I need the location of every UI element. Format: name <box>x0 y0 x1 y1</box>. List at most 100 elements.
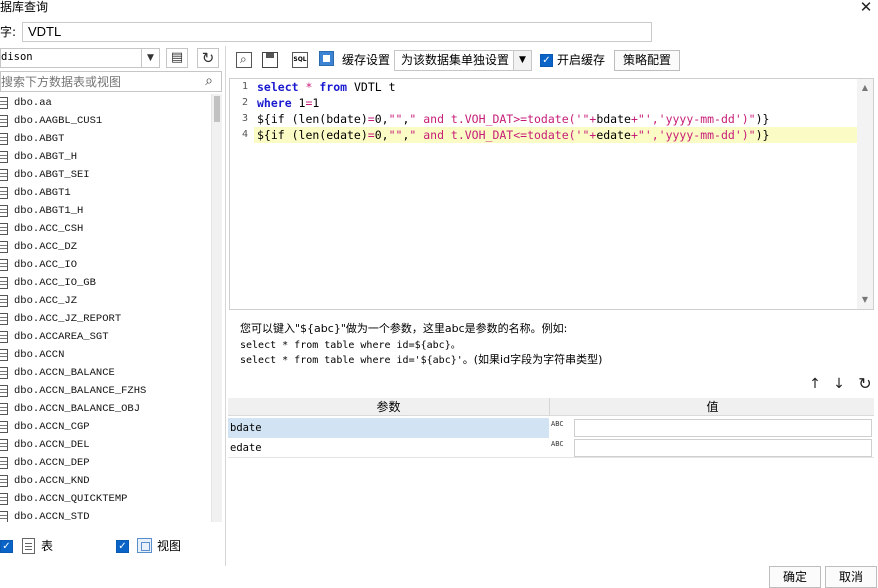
connection-value: dison <box>1 51 33 63</box>
list-item[interactable]: dbo.ABGT_SEI <box>0 166 211 184</box>
table-search-box[interactable]: ⌕ <box>0 71 222 92</box>
list-item[interactable]: dbo.ACC_IO_GB <box>0 274 211 292</box>
table-icon <box>0 367 8 379</box>
table-icon <box>0 421 8 433</box>
refresh-params-icon[interactable]: ↻ <box>856 375 874 393</box>
table-icon <box>0 259 8 271</box>
table-list-scrollbar[interactable] <box>211 94 222 522</box>
table-icon <box>0 331 8 343</box>
window-title: 据库查询 <box>0 0 49 14</box>
editor-scrollbar[interactable]: ▲ ▼ <box>857 79 873 309</box>
database-settings-icon[interactable]: ▤ <box>166 48 188 68</box>
table-name: dbo.aa <box>14 97 52 109</box>
table-name: dbo.ABGT1 <box>14 187 71 199</box>
move-up-icon[interactable]: ↑ <box>806 375 824 393</box>
type-abc-icon[interactable]: ABC <box>550 438 573 458</box>
connection-select[interactable]: dison ▼ <box>0 48 160 68</box>
cache-mode-select[interactable]: 为该数据集单独设置 ▼ <box>394 50 532 71</box>
list-item[interactable]: dbo.AAGBL_CUS1 <box>0 112 211 130</box>
line-number-gutter: 1 2 3 4 <box>230 79 254 309</box>
chevron-down-icon[interactable]: ▼ <box>513 51 531 70</box>
type-abc-icon[interactable]: ABC <box>550 418 573 438</box>
table-list[interactable]: dbo.aa dbo.AAGBL_CUS1 dbo.ABGT dbo.ABGT_Hdb… <box>0 94 211 522</box>
parameter-hint-line: 您可以键入"${abc}"做为一个参数，这里abc是参数的名称。例如: <box>240 322 568 335</box>
parameter-name[interactable]: edate <box>228 438 549 458</box>
list-item[interactable]: dbo.ACC_JZ <box>0 292 211 310</box>
ok-button[interactable]: 确定 <box>769 566 821 588</box>
view-icon <box>137 538 152 553</box>
chevron-down-icon[interactable]: ▼ <box>141 49 159 67</box>
list-item[interactable]: dbo.ACC_IO <box>0 256 211 274</box>
table-icon <box>0 475 8 487</box>
list-item[interactable]: dbo.ABGT1 <box>0 184 211 202</box>
list-item[interactable]: dbo.ABGT <box>0 130 211 148</box>
list-item[interactable]: dbo.ACCN_DEP <box>0 454 211 472</box>
strategy-config-button[interactable]: 策略配置 <box>614 50 680 71</box>
enable-cache-checkbox[interactable]: ✓ <box>540 54 553 67</box>
list-item[interactable]: dbo.ACCAREA_SGT <box>0 328 211 346</box>
table-name: dbo.ACCN_BALANCE_FZHS <box>14 385 147 397</box>
cache-icon[interactable] <box>319 51 334 66</box>
code-line[interactable]: where 1=1 <box>257 95 319 111</box>
refresh-icon[interactable]: ↻ <box>197 48 219 68</box>
table-icon <box>0 205 8 217</box>
sql-editor[interactable]: 1 2 3 4 select * from VDTL t where 1=1 $… <box>229 78 874 310</box>
list-item[interactable]: dbo.ACC_DZ <box>0 238 211 256</box>
panel-divider[interactable] <box>225 46 226 566</box>
cancel-button[interactable]: 取消 <box>825 566 877 588</box>
table-search-input[interactable] <box>1 73 197 90</box>
scroll-down-icon[interactable]: ▼ <box>857 293 873 307</box>
list-item[interactable]: dbo.ACCN_DEL <box>0 436 211 454</box>
list-item[interactable]: dbo.ACCN_QUICKTEMP <box>0 490 211 508</box>
table-name: dbo.ABGT_H <box>14 151 78 163</box>
table-icon <box>0 511 8 522</box>
code-line[interactable]: ${if (len(bdate)=0,""," and t.VOH_DAT>=t… <box>257 111 769 127</box>
table-name: dbo.ACC_JZ <box>14 295 78 307</box>
parameter-table-header: 参数 值 <box>228 398 874 416</box>
show-tables-checkbox[interactable]: ✓ <box>0 540 13 553</box>
sql-icon[interactable]: SQL <box>292 52 308 68</box>
column-header-value[interactable]: 值 <box>551 398 874 416</box>
parameter-example-line: select * from table where id=${abc}。 <box>240 338 461 353</box>
table-name: dbo.AAGBL_CUS1 <box>14 115 103 127</box>
table-icon <box>0 115 8 127</box>
show-views-checkbox[interactable]: ✓ <box>116 540 129 553</box>
list-item[interactable]: dbo.ACCN_STD <box>0 508 211 522</box>
table-name: dbo.ACCN_QUICKTEMP <box>14 493 128 505</box>
search-icon[interactable]: ⌕ <box>200 72 218 91</box>
parameter-value-input[interactable] <box>574 439 872 457</box>
list-item[interactable]: dbo.ABGT1_H <box>0 202 211 220</box>
move-down-icon[interactable]: ↓ <box>830 375 848 393</box>
save-icon[interactable] <box>262 52 278 68</box>
parameter-row[interactable]: bdate ABC <box>228 418 874 438</box>
scroll-up-icon[interactable]: ▲ <box>857 81 873 95</box>
list-item[interactable]: dbo.ACC_CSH <box>0 220 211 238</box>
list-item[interactable]: dbo.ACCN_CGP <box>0 418 211 436</box>
table-name: dbo.ACCN_DEL <box>14 439 90 451</box>
table-name: dbo.ABGT1_H <box>14 205 84 217</box>
list-item[interactable]: dbo.ACCN_BALANCE_FZHS <box>0 382 211 400</box>
list-item[interactable]: dbo.ABGT_H <box>0 148 211 166</box>
table-icon <box>0 295 8 307</box>
table-icon <box>0 151 8 163</box>
list-item[interactable]: dbo.ACCN_BALANCE_OBJ <box>0 400 211 418</box>
list-item[interactable]: dbo.ACCN <box>0 346 211 364</box>
code-line[interactable]: ${if (len(edate)=0,""," and t.VOH_DAT<=t… <box>257 127 769 143</box>
table-icon <box>0 241 8 253</box>
table-name: dbo.ACC_CSH <box>14 223 84 235</box>
table-icon <box>0 97 8 109</box>
list-item[interactable]: dbo.ACCN_KND <box>0 472 211 490</box>
list-item[interactable]: dbo.ACC_JZ_REPORT <box>0 310 211 328</box>
parameter-row[interactable]: edate ABC <box>228 438 874 458</box>
code-line[interactable]: select * from VDTL t <box>257 79 396 95</box>
dataset-name-input[interactable]: VDTL <box>22 22 652 42</box>
list-item[interactable]: dbo.ACCN_BALANCE <box>0 364 211 382</box>
column-header-parameter[interactable]: 参数 <box>228 398 550 416</box>
scrollbar-thumb[interactable] <box>214 96 220 122</box>
list-item[interactable]: dbo.aa <box>0 94 211 112</box>
close-icon[interactable]: ✕ <box>857 0 875 15</box>
parameter-name[interactable]: bdate <box>228 418 549 438</box>
preview-icon[interactable] <box>236 52 252 68</box>
table-icon <box>0 187 8 199</box>
parameter-value-input[interactable] <box>574 419 872 437</box>
